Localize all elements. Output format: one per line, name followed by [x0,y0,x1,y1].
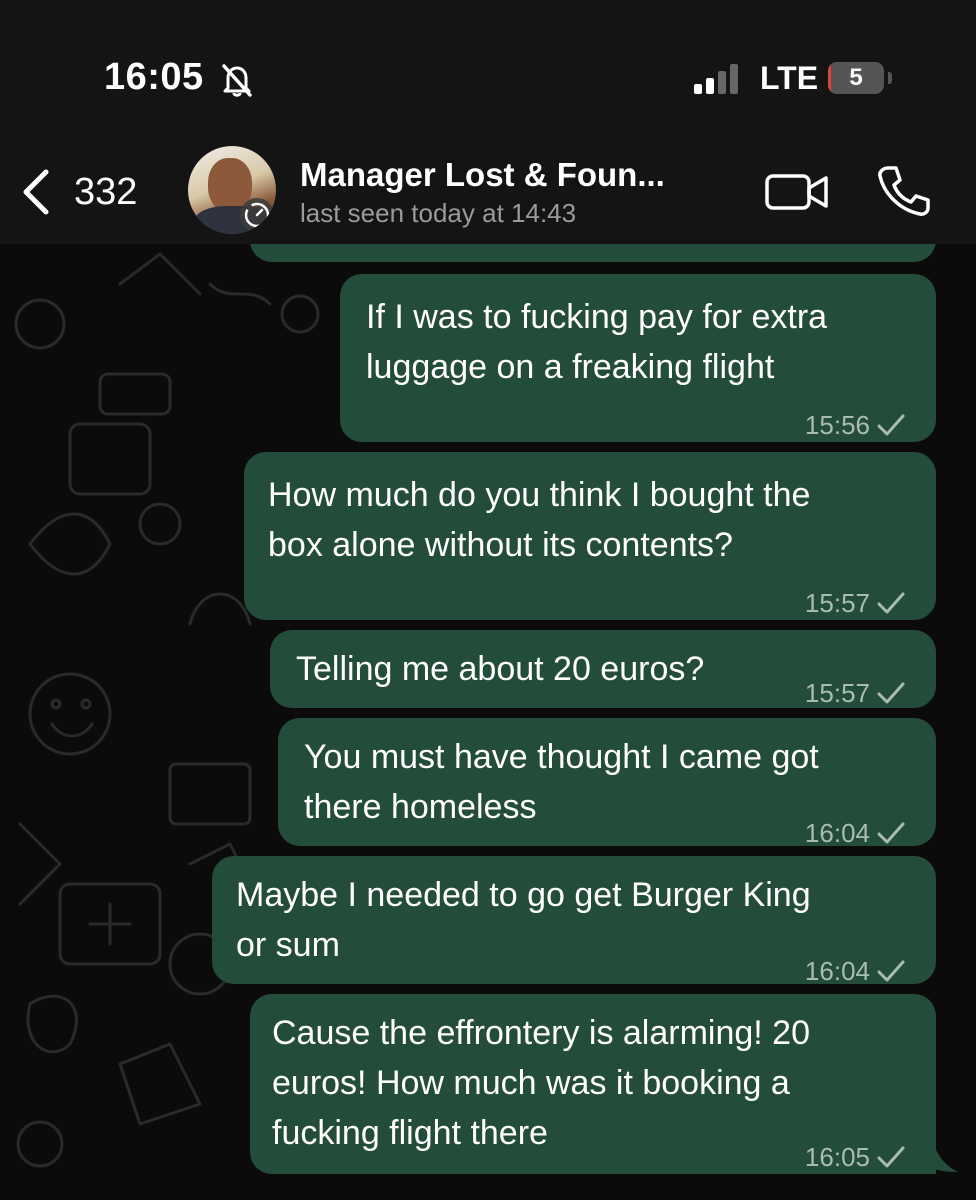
unread-count: 332 [74,170,138,213]
last-seen-status: last seen today at 14:43 [300,198,577,228]
message-meta: 16:04 [805,946,906,996]
avatar[interactable] [188,146,276,234]
status-bar: 16:05 LTE 5 [0,0,976,140]
sent-check-icon [877,414,905,436]
message-time: 16:04 [804,818,870,848]
message-time: 15:56 [804,410,870,440]
message-bubble[interactable]: Telling me about 20 euros? 15:57 [270,630,936,708]
video-call-icon[interactable] [764,170,830,214]
disappearing-timer-icon [240,198,274,232]
message-bubble-partial[interactable] [250,244,936,262]
message-bubble[interactable]: Maybe I needed to go get Burger King or … [212,856,936,986]
phone-icon[interactable] [874,162,930,218]
chat-area[interactable]: If I was to fucking pay for extra luggag… [0,244,976,1200]
bubble-tail [920,1124,958,1172]
message-meta: 16:05 [805,1132,906,1182]
message-bubble[interactable]: If I was to fucking pay for extra luggag… [340,274,936,442]
contact-name[interactable]: Manager Lost & Foun... [300,156,665,194]
sent-check-icon [877,682,905,704]
message-meta: 15:56 [805,400,906,450]
message-bubble[interactable]: Cause the effrontery is alarming! 20 eur… [250,994,936,1174]
message-time: 16:05 [804,1142,870,1172]
sent-check-icon [877,960,905,982]
status-time: 16:05 [104,56,204,98]
message-time: 16:04 [804,956,870,986]
chat-header: 332 Manager Lost & Foun... last seen tod… [0,140,976,244]
bell-slash-icon [222,64,252,97]
network-type: LTE [760,60,819,96]
message-text: How much do you think I bought the box a… [268,476,811,564]
message-time: 15:57 [804,588,870,618]
battery-percent: 5 [849,64,863,91]
back-chevron-icon [23,169,49,215]
message-meta: 15:57 [805,578,906,628]
battery-cap [888,72,892,84]
message-text: If I was to fucking pay for extra luggag… [366,298,828,386]
message-time: 15:57 [804,678,870,708]
sent-check-icon [877,592,905,614]
back-button[interactable]: 332 [18,162,137,222]
battery-icon: 5 [828,62,884,94]
message-bubble[interactable]: How much do you think I bought the box a… [244,452,936,620]
message-meta: 16:04 [805,808,906,858]
sent-check-icon [877,1146,905,1168]
sent-check-icon [877,822,905,844]
message-meta: 15:57 [805,668,906,718]
message-bubble[interactable]: You must have thought I came got there h… [278,718,936,848]
signal-icon [694,64,738,94]
